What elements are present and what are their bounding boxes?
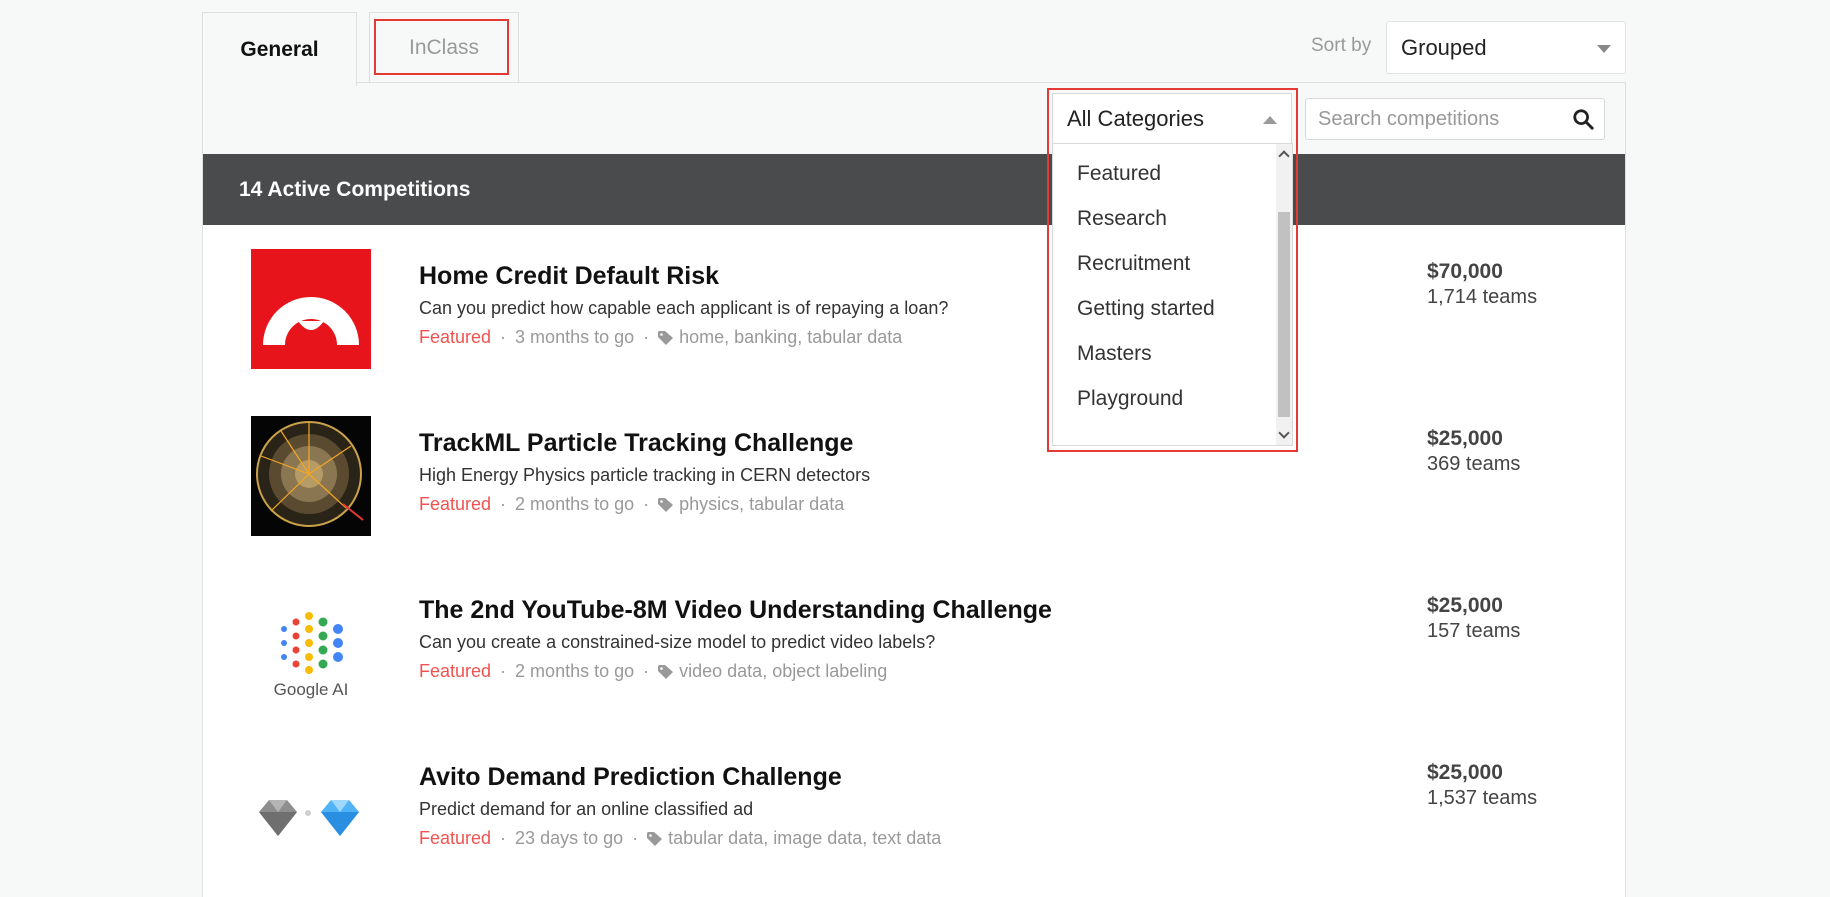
competition-meta: Featured · 23 days to go · tabular data,… [419, 828, 941, 849]
teams-count[interactable]: 1,714 teams [1427, 286, 1537, 309]
tags[interactable]: home, banking, tabular data [679, 327, 902, 348]
tag-icon [658, 330, 674, 345]
prize: $70,000 [1427, 260, 1503, 283]
prize: $25,000 [1427, 594, 1503, 617]
tag-icon [658, 664, 674, 679]
separator: · [643, 494, 650, 514]
diamonds-logo[interactable] [251, 750, 371, 870]
competition-description: Can you predict how capable each applica… [419, 298, 949, 318]
competition-meta: Featured · 3 months to go · home, bankin… [419, 327, 902, 348]
tab-general[interactable]: General [202, 12, 357, 86]
sort-by-label: Sort by [1311, 35, 1372, 56]
competition-title[interactable]: Home Credit Default Risk [419, 262, 719, 291]
deadline: 23 days to go [515, 828, 624, 848]
competition-row[interactable]: Avito Demand Prediction Challenge Predic… [203, 726, 1625, 893]
prize: $25,000 [1427, 761, 1503, 784]
competition-row[interactable]: Home Credit Default Risk Can you predict… [203, 225, 1625, 392]
active-count: 14 Active Competitions [239, 177, 471, 201]
google-ai-logo[interactable]: Google AI [251, 583, 371, 703]
competition-description: Can you create a constrained-size model … [419, 632, 936, 652]
category-badge[interactable]: Featured [419, 327, 491, 348]
separator: · [500, 661, 507, 681]
competition-title[interactable]: Avito Demand Prediction Challenge [419, 763, 842, 792]
google-ai-logo-text: Google AI [274, 680, 349, 699]
caret-down-icon [1597, 45, 1611, 53]
highlight-box-inclass [374, 19, 509, 75]
prize: $25,000 [1427, 427, 1503, 450]
separator: · [500, 828, 507, 848]
teams-count[interactable]: 1,537 teams [1427, 787, 1537, 810]
tags[interactable]: physics, tabular data [679, 494, 844, 515]
competition-description: High Energy Physics particle tracking in… [419, 465, 871, 485]
search-input[interactable] [1306, 99, 1561, 139]
teams-count[interactable]: 369 teams [1427, 453, 1520, 476]
active-competitions-header: 14 Active Competitions [203, 154, 1625, 225]
search-box [1305, 98, 1605, 140]
tags[interactable]: video data, object labeling [679, 661, 887, 682]
separator: · [500, 494, 507, 514]
separator: · [643, 327, 650, 347]
tag-icon [647, 831, 663, 846]
category-badge[interactable]: Featured [419, 828, 491, 849]
competition-row[interactable]: Google AI The 2nd YouTube-8M Video Under… [203, 559, 1625, 726]
tag-icon [658, 497, 674, 512]
sort-select-value: Grouped [1401, 34, 1487, 60]
sort-select[interactable]: Grouped [1386, 21, 1626, 74]
separator: · [632, 828, 639, 848]
highlight-box-category [1047, 88, 1298, 452]
category-badge[interactable]: Featured [419, 661, 491, 682]
competition-description: Predict demand for an online classified … [419, 799, 754, 819]
competition-title[interactable]: TrackML Particle Tracking Challenge [419, 429, 853, 458]
tags[interactable]: tabular data, image data, text data [668, 828, 941, 849]
deadline: 2 months to go [515, 494, 635, 514]
deadline: 3 months to go [515, 327, 635, 347]
home-credit-logo[interactable] [251, 249, 371, 369]
competition-title[interactable]: The 2nd YouTube-8M Video Understanding C… [419, 596, 1052, 625]
teams-count[interactable]: 157 teams [1427, 620, 1520, 643]
category-badge[interactable]: Featured [419, 494, 491, 515]
deadline: 2 months to go [515, 661, 635, 681]
particle-tracks-logo[interactable] [251, 416, 371, 536]
competition-row[interactable]: TrackML Particle Tracking Challenge High… [203, 392, 1625, 559]
separator: · [500, 327, 507, 347]
competition-meta: Featured · 2 months to go · physics, tab… [419, 494, 844, 515]
separator: · [643, 661, 650, 681]
search-icon[interactable] [1572, 108, 1594, 130]
competition-meta: Featured · 2 months to go · video data, … [419, 661, 887, 682]
